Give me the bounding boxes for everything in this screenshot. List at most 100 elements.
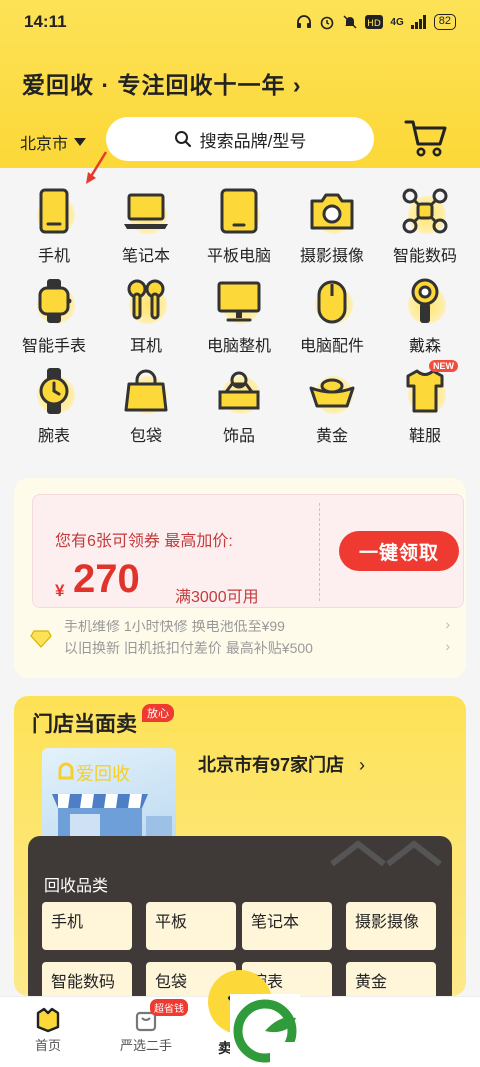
handbag-icon xyxy=(121,366,171,416)
watermark-logo xyxy=(230,994,300,1067)
category-label: 手机 xyxy=(37,248,70,265)
recycle-chip[interactable]: 手机 xyxy=(42,902,132,950)
desktop-icon xyxy=(214,276,264,326)
alarm-icon xyxy=(321,16,334,30)
status-time: 14:11 xyxy=(24,12,67,31)
gold-ingot-icon xyxy=(307,366,357,416)
tab-label: 首页 xyxy=(34,1038,61,1053)
leaf-logo-icon xyxy=(233,999,300,1067)
category-item[interactable]: 笔记本 xyxy=(101,186,191,266)
coupon-headline: 您有6张可领券 最高加价: xyxy=(55,533,233,550)
headphone-icon xyxy=(297,15,312,28)
coupon-condition: 满3000可用 xyxy=(175,589,259,606)
city-selector[interactable]: 北京市 xyxy=(20,130,87,154)
store-badge: 放心 xyxy=(142,704,174,722)
category-item[interactable]: 腕表 xyxy=(9,366,99,446)
category-item[interactable]: 戴森 xyxy=(380,276,470,356)
camera-icon xyxy=(307,186,357,236)
diamond-icon xyxy=(30,630,52,648)
category-item[interactable]: 摄影摄像 xyxy=(287,186,377,266)
claim-all-button[interactable]: 一键领取 xyxy=(339,531,459,571)
network-label: 4G xyxy=(390,16,404,28)
annotation-arrow-icon xyxy=(86,151,108,184)
new-badge: NEW xyxy=(429,360,458,372)
category-item[interactable]: 智能手表 xyxy=(9,276,99,356)
category-item[interactable]: 饰品 xyxy=(194,366,284,446)
svg-text:HD: HD xyxy=(368,19,382,29)
category-item[interactable]: 手机 xyxy=(9,186,99,266)
drone-icon xyxy=(400,186,450,236)
category-label: 腕表 xyxy=(37,428,70,445)
tab-home[interactable]: 首页 xyxy=(24,1005,72,1054)
shirt-icon: NEW xyxy=(400,360,458,416)
header-area: 14:11 HD 4G 82 爱回收 · 专注回收十一年 › 北京市 搜索品牌/… xyxy=(0,0,480,168)
category-grid: 手机 笔记本 平板电脑 摄影摄像 智能数码 智能手表 耳机 电脑整机 电脑配件 … xyxy=(0,151,480,460)
store-image[interactable]: 爱回收 xyxy=(42,748,176,848)
category-item[interactable]: 黄金 xyxy=(287,366,377,446)
home-icon xyxy=(36,1007,60,1033)
decorative-chevrons-icon xyxy=(330,840,442,866)
cart-icon[interactable] xyxy=(404,118,448,158)
search-bar[interactable]: 搜索品牌/型号 xyxy=(106,117,374,161)
phone-icon xyxy=(29,186,79,236)
category-item[interactable]: 电脑整机 xyxy=(194,276,284,356)
brand-slogan-link[interactable]: 爱回收 · 专注回收十一年 › xyxy=(22,66,302,100)
store-title: 门店当面卖 xyxy=(32,713,137,736)
recycle-chip[interactable]: 笔记本 xyxy=(242,902,332,950)
store-image-logo: 爱回收 xyxy=(76,764,130,785)
store-section: 门店当面卖 放心 爱回收 北京市有97家门店 › 回收品类 手机 平板 笔记本 … xyxy=(14,696,466,1010)
hd-icon: HD xyxy=(365,15,384,29)
coupon-currency: ¥ xyxy=(55,581,65,600)
caret-down-icon xyxy=(74,138,87,146)
tab-badge: 超省钱 xyxy=(150,999,188,1016)
status-icons: HD 4G 82 xyxy=(296,14,456,30)
recycle-chip[interactable]: 摄影摄像 xyxy=(346,902,436,950)
chevron-right-icon: › xyxy=(359,755,366,775)
store-count-text: 北京市有97家门店 xyxy=(198,755,345,775)
smartwatch-icon xyxy=(29,276,79,326)
coupon-section: 您有6张可领券 最高加价: ¥ 270 满3000可用 一键领取 手机维修 1小… xyxy=(14,478,466,678)
store-count-link[interactable]: 北京市有97家门店 › xyxy=(198,751,365,777)
earbuds-icon xyxy=(121,276,171,326)
status-bar: 14:11 HD 4G 82 xyxy=(0,0,480,44)
category-label: 戴森 xyxy=(408,338,441,355)
tab-label: 严选二手 xyxy=(119,1038,172,1053)
ticker-item: 以旧换新 旧机抵扣付差价 最高补贴¥500 xyxy=(64,640,313,656)
category-item[interactable]: 耳机 xyxy=(101,276,191,356)
search-placeholder: 搜索品牌/型号 xyxy=(199,131,307,151)
category-label: 黄金 xyxy=(315,428,348,445)
mouse-icon xyxy=(307,276,357,326)
category-item[interactable]: 包袋 xyxy=(101,366,191,446)
category-item[interactable]: NEW 鞋服 xyxy=(380,360,470,446)
store-illustration-icon: 爱回收 xyxy=(52,762,172,848)
category-label: 鞋服 xyxy=(408,428,441,445)
recycle-chip[interactable]: 平板 xyxy=(146,902,236,950)
recycle-category-label: 回收品类 xyxy=(44,878,109,895)
promo-ticker[interactable]: 手机维修 1小时快修 换电池低至¥99 以旧换新 旧机抵扣付差价 最高补贴¥50… xyxy=(30,620,454,668)
category-label: 饰品 xyxy=(222,428,255,445)
coupon-card[interactable]: 您有6张可领券 最高加价: ¥ 270 满3000可用 一键领取 xyxy=(32,494,464,608)
mute-bell-icon xyxy=(343,15,357,29)
category-label: 摄影摄像 xyxy=(299,248,364,265)
category-label: 电脑配件 xyxy=(299,338,364,355)
category-item[interactable]: 电脑配件 xyxy=(287,276,377,356)
category-label: 耳机 xyxy=(129,338,162,355)
category-label: 包袋 xyxy=(129,428,162,445)
category-label: 笔记本 xyxy=(121,248,170,265)
laptop-icon xyxy=(121,186,171,236)
coupon-divider xyxy=(319,503,320,601)
tablet-icon xyxy=(214,186,264,236)
category-label: 智能数码 xyxy=(392,248,457,265)
battery-indicator: 82 xyxy=(433,14,456,30)
category-label: 平板电脑 xyxy=(206,248,271,265)
category-label: 智能手表 xyxy=(21,338,86,355)
chevron-right-icon: › xyxy=(445,638,450,654)
chevron-right-icon: › xyxy=(445,620,450,632)
wristwatch-icon xyxy=(29,366,79,416)
category-item[interactable]: 平板电脑 xyxy=(194,186,284,266)
coupon-amount: 270 xyxy=(73,557,140,601)
search-icon xyxy=(174,131,191,148)
category-label: 电脑整机 xyxy=(206,338,271,355)
category-item[interactable]: 智能数码 xyxy=(380,186,470,266)
signal-icon xyxy=(410,15,426,29)
